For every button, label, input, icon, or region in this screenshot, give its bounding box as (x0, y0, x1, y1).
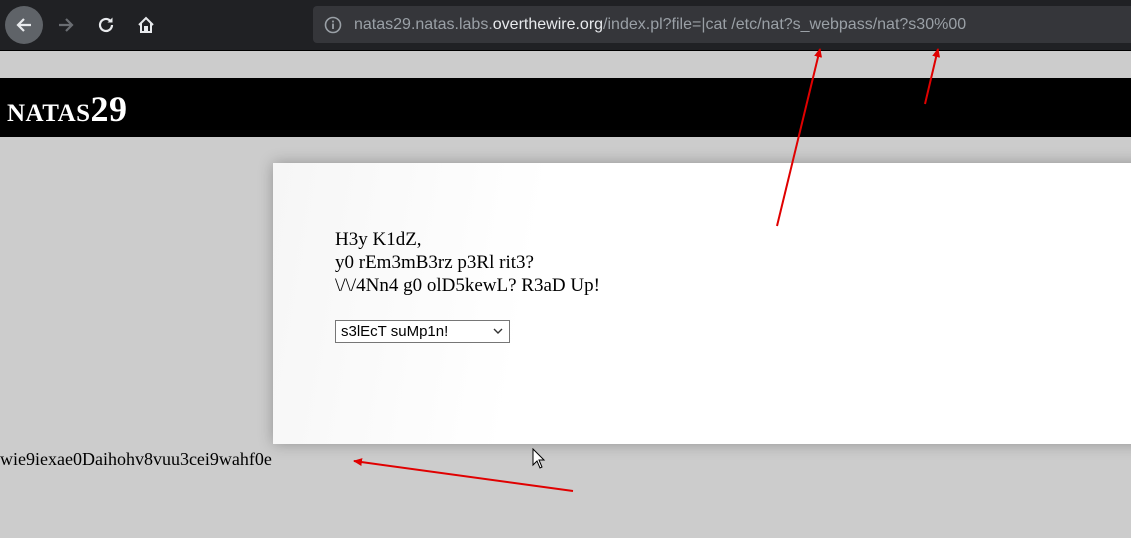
message-line: y0 rEm3mB3rz p3Rl rit3? (335, 252, 534, 273)
browser-toolbar: natas29.natas.labs.overthewire.org/index… (0, 0, 1131, 51)
home-button[interactable] (127, 6, 165, 44)
address-bar[interactable]: natas29.natas.labs.overthewire.org/index… (313, 6, 1131, 43)
back-button[interactable] (5, 6, 43, 44)
reload-button[interactable] (87, 6, 125, 44)
message-block: H3y K1dZ, y0 rEm3mB3rz p3Rl rit3? \/\/4N… (335, 228, 600, 297)
home-icon (138, 16, 154, 33)
url-host-domain: overthewire.org (492, 16, 604, 33)
forward-button[interactable] (47, 6, 85, 44)
file-select-value: s3lEcT suMp1n! (341, 323, 449, 340)
message-line: H3y K1dZ, (335, 229, 422, 250)
url-path: /index.pl?file=|cat /etc/nat?s_webpass/n… (603, 16, 967, 33)
mouse-cursor-icon (532, 448, 546, 469)
message-line: \/\/4Nn4 g0 olD5kewL? R3aD Up! (335, 275, 600, 296)
page-header (0, 78, 1131, 137)
chevron-down-icon (493, 328, 503, 334)
content-panel (273, 163, 1131, 444)
reload-icon (98, 17, 114, 33)
page-title: natas29 (7, 89, 128, 129)
url-host-prefix: natas29.natas.labs. (354, 16, 493, 33)
leaked-password-text: wie9iexae0Daihohv8vuu3cei9wahf0e (0, 449, 272, 469)
forward-icon (59, 18, 74, 32)
file-select[interactable]: s3lEcT suMp1n! (335, 320, 510, 343)
back-icon (16, 18, 31, 32)
url-text: natas29.natas.labs.overthewire.org/index… (354, 6, 966, 43)
info-icon[interactable] (324, 16, 342, 34)
